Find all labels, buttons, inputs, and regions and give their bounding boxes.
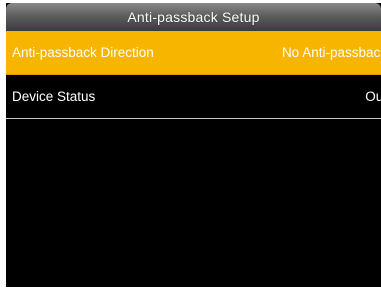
menu-item-label: Device Status [12,89,96,104]
menu-item-value: Out [365,89,381,104]
menu-item-device-status[interactable]: Device Status Out [6,75,381,119]
menu-item-value: No Anti-passback [281,45,381,60]
title-bar: Anti-passback Setup [6,3,381,31]
settings-menu-list: Anti-passback Direction No Anti-passback… [6,31,381,119]
page-title: Anti-passback Setup [127,9,260,25]
device-screen: Anti-passback Setup Anti-passback Direct… [6,3,381,287]
empty-content-area [6,121,381,287]
menu-item-label: Anti-passback Direction [12,45,154,60]
menu-item-anti-passback-direction[interactable]: Anti-passback Direction No Anti-passback [6,31,381,75]
